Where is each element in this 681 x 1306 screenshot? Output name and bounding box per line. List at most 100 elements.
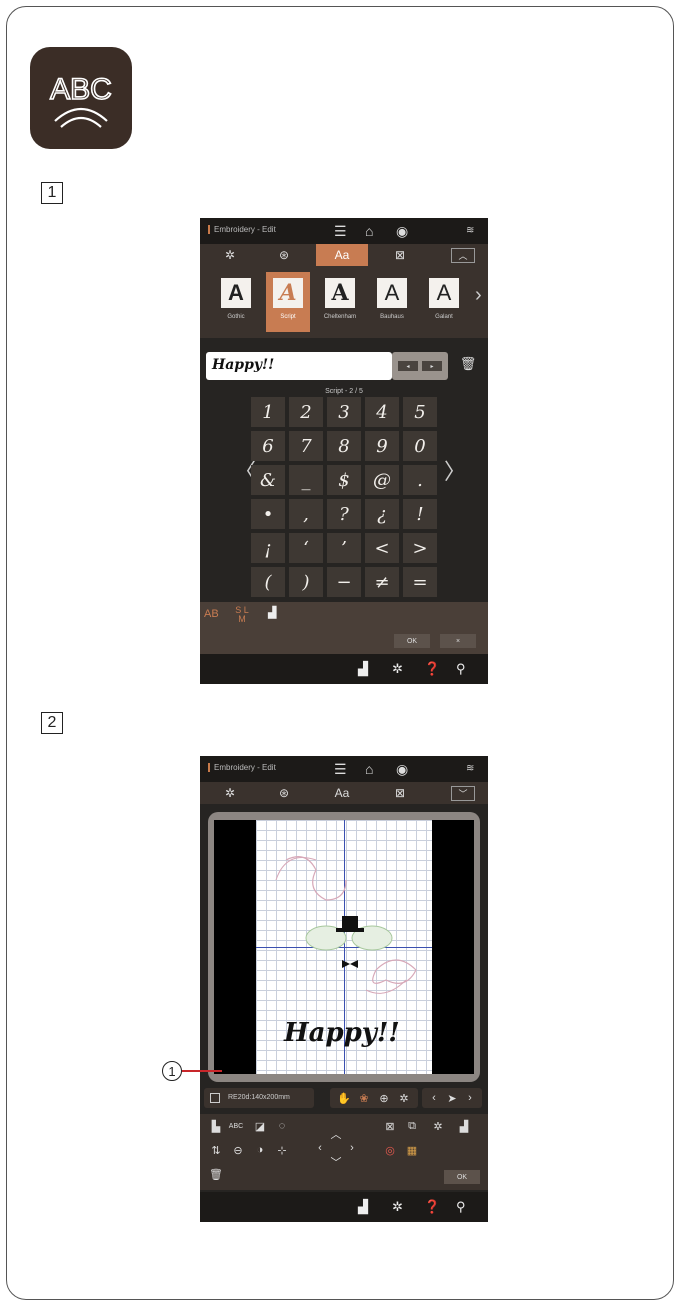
key[interactable]: ‘	[289, 533, 323, 563]
stitch-tool-icon[interactable]: ▟	[358, 661, 368, 677]
arrow-left-icon[interactable]: ‹	[312, 1140, 328, 1156]
wrench-icon[interactable]: ⚲	[456, 1199, 466, 1215]
brand-logo-icon[interactable]: ◉	[396, 760, 408, 778]
font-gothic[interactable]: A Gothic	[214, 272, 258, 332]
hand-icon[interactable]: ✋	[336, 1090, 352, 1106]
ok-button[interactable]: OK	[394, 634, 430, 648]
ok-button[interactable]: OK	[444, 1170, 480, 1184]
key[interactable]: !	[403, 499, 437, 529]
tab-frame-designs[interactable]: ⊛	[258, 782, 310, 804]
flip-icon[interactable]: ⇅	[208, 1142, 224, 1158]
menu-icon[interactable]: ☰	[334, 760, 347, 778]
key[interactable]: 1	[251, 397, 285, 427]
key[interactable]: ?	[327, 499, 361, 529]
duplicate-icon[interactable]: ⧉	[404, 1118, 420, 1134]
key[interactable]: 5	[403, 397, 437, 427]
key[interactable]: ,	[289, 499, 323, 529]
text-input[interactable]: Happy!!	[206, 352, 392, 380]
mirror-vertical-icon[interactable]: ⊖	[230, 1142, 246, 1158]
key[interactable]: @	[365, 465, 399, 495]
arrow-right-icon[interactable]: ›	[344, 1140, 360, 1156]
arrow-down-icon[interactable]: ﹀	[328, 1154, 344, 1170]
tab-letters[interactable]: Aa	[316, 244, 368, 266]
chevron-right-page-icon[interactable]: 〉	[444, 454, 466, 486]
key[interactable]: .	[403, 465, 437, 495]
gear-icon[interactable]: ✲	[392, 661, 403, 677]
hoop-size-bar[interactable]: RE20d:140x200mm	[204, 1088, 314, 1108]
key[interactable]: ¿	[365, 499, 399, 529]
mirror-horizontal-icon[interactable]: ◑	[252, 1142, 268, 1158]
chevron-left-icon[interactable]: ‹	[426, 1090, 442, 1106]
color-wheel-icon[interactable]: ◎	[382, 1142, 398, 1158]
resize-icon[interactable]: ◪	[252, 1118, 268, 1134]
key[interactable]: 3	[327, 397, 361, 427]
tab-frame-designs[interactable]: ⊛	[258, 244, 310, 266]
zoom-out-icon[interactable]: ✲	[396, 1090, 412, 1106]
size-sml-button[interactable]: S L M	[234, 606, 250, 624]
screen-font-entry: Embroidery - Edit ☰ ⌂ ◉ ≋ ✲ ⊛ Aa ⊠ ︿ A G…	[200, 218, 488, 684]
home-icon[interactable]: ⌂	[365, 760, 373, 778]
font-galant[interactable]: A Galant	[422, 272, 466, 332]
tab-letters[interactable]: Aa	[316, 782, 368, 804]
gear-icon[interactable]: ✲	[392, 1199, 403, 1215]
key[interactable]: 7	[289, 431, 323, 461]
key[interactable]: >	[403, 533, 437, 563]
cancel-button[interactable]: ×	[440, 634, 476, 648]
abc-text-edit-icon[interactable]: ABC	[228, 1118, 244, 1134]
chevron-right-icon[interactable]: ›	[475, 284, 482, 307]
font-cheltenham[interactable]: A Cheltenham	[318, 272, 362, 332]
key[interactable]: 9	[365, 431, 399, 461]
color-view-icon[interactable]: ❀	[356, 1090, 372, 1106]
key[interactable]: 2	[289, 397, 323, 427]
key[interactable]: &	[251, 465, 285, 495]
tab-designs[interactable]: ✲	[204, 244, 256, 266]
cursor-left-button[interactable]: ◂	[398, 361, 418, 371]
brand-logo-icon[interactable]: ◉	[396, 222, 408, 240]
color-sort-icon[interactable]: ▦	[404, 1142, 420, 1158]
stitch-tool-icon[interactable]: ▟	[358, 1199, 368, 1215]
tab-designs[interactable]: ✲	[204, 782, 256, 804]
key[interactable]: 6	[251, 431, 285, 461]
help-icon[interactable]: ❓	[424, 661, 440, 677]
select-pointer-icon[interactable]: ➤	[444, 1090, 460, 1106]
key[interactable]: =	[403, 567, 437, 597]
trash-icon[interactable]: 🗑	[458, 356, 478, 376]
key[interactable]: $	[327, 465, 361, 495]
key[interactable]: ¡	[251, 533, 285, 563]
rotate-icon[interactable]: ◌	[274, 1118, 290, 1134]
key[interactable]: 8	[327, 431, 361, 461]
cursor-right-button[interactable]: ▸	[422, 361, 442, 371]
stitch-tool-icon[interactable]: ▟	[268, 606, 276, 619]
key[interactable]: )	[289, 567, 323, 597]
trash-icon[interactable]: 🗑	[208, 1166, 224, 1182]
design-add-icon[interactable]: ✲	[430, 1118, 446, 1134]
font-script[interactable]: A Script	[266, 272, 310, 332]
key[interactable]: (	[251, 567, 285, 597]
menu-icon[interactable]: ☰	[334, 222, 347, 240]
key[interactable]: <	[365, 533, 399, 563]
tab-collapse[interactable]: ︿	[446, 244, 480, 266]
tab-edit-stitch[interactable]: ⊠	[374, 782, 426, 804]
wrench-icon[interactable]: ⚲	[456, 661, 466, 677]
chevron-right-icon[interactable]: ›	[462, 1090, 478, 1106]
tab-edit-stitch[interactable]: ⊠	[374, 244, 426, 266]
arrow-up-icon[interactable]: ︿	[328, 1126, 344, 1142]
text-arrangement-button[interactable]: AB	[204, 608, 219, 620]
stitch-tool-icon[interactable]: ▟	[456, 1118, 472, 1134]
key[interactable]: •	[251, 499, 285, 529]
tab-expand[interactable]: ﹀	[446, 782, 480, 804]
group-icon[interactable]: ⊠	[382, 1118, 398, 1134]
key[interactable]: _	[289, 465, 323, 495]
stitch-tool-icon[interactable]: ▙	[208, 1118, 224, 1134]
font-bauhaus[interactable]: A Bauhaus	[370, 272, 414, 332]
key[interactable]: −	[327, 567, 361, 597]
embroidery-canvas[interactable]: Happy!!	[256, 820, 432, 1074]
key[interactable]: ≠	[365, 567, 399, 597]
help-icon[interactable]: ❓	[424, 1199, 440, 1215]
home-icon[interactable]: ⌂	[365, 222, 373, 240]
center-icon[interactable]: ⊹	[274, 1142, 290, 1158]
zoom-in-icon[interactable]: ⊕	[376, 1090, 392, 1106]
key[interactable]: 4	[365, 397, 399, 427]
key[interactable]: 0	[403, 431, 437, 461]
key[interactable]: ’	[327, 533, 361, 563]
